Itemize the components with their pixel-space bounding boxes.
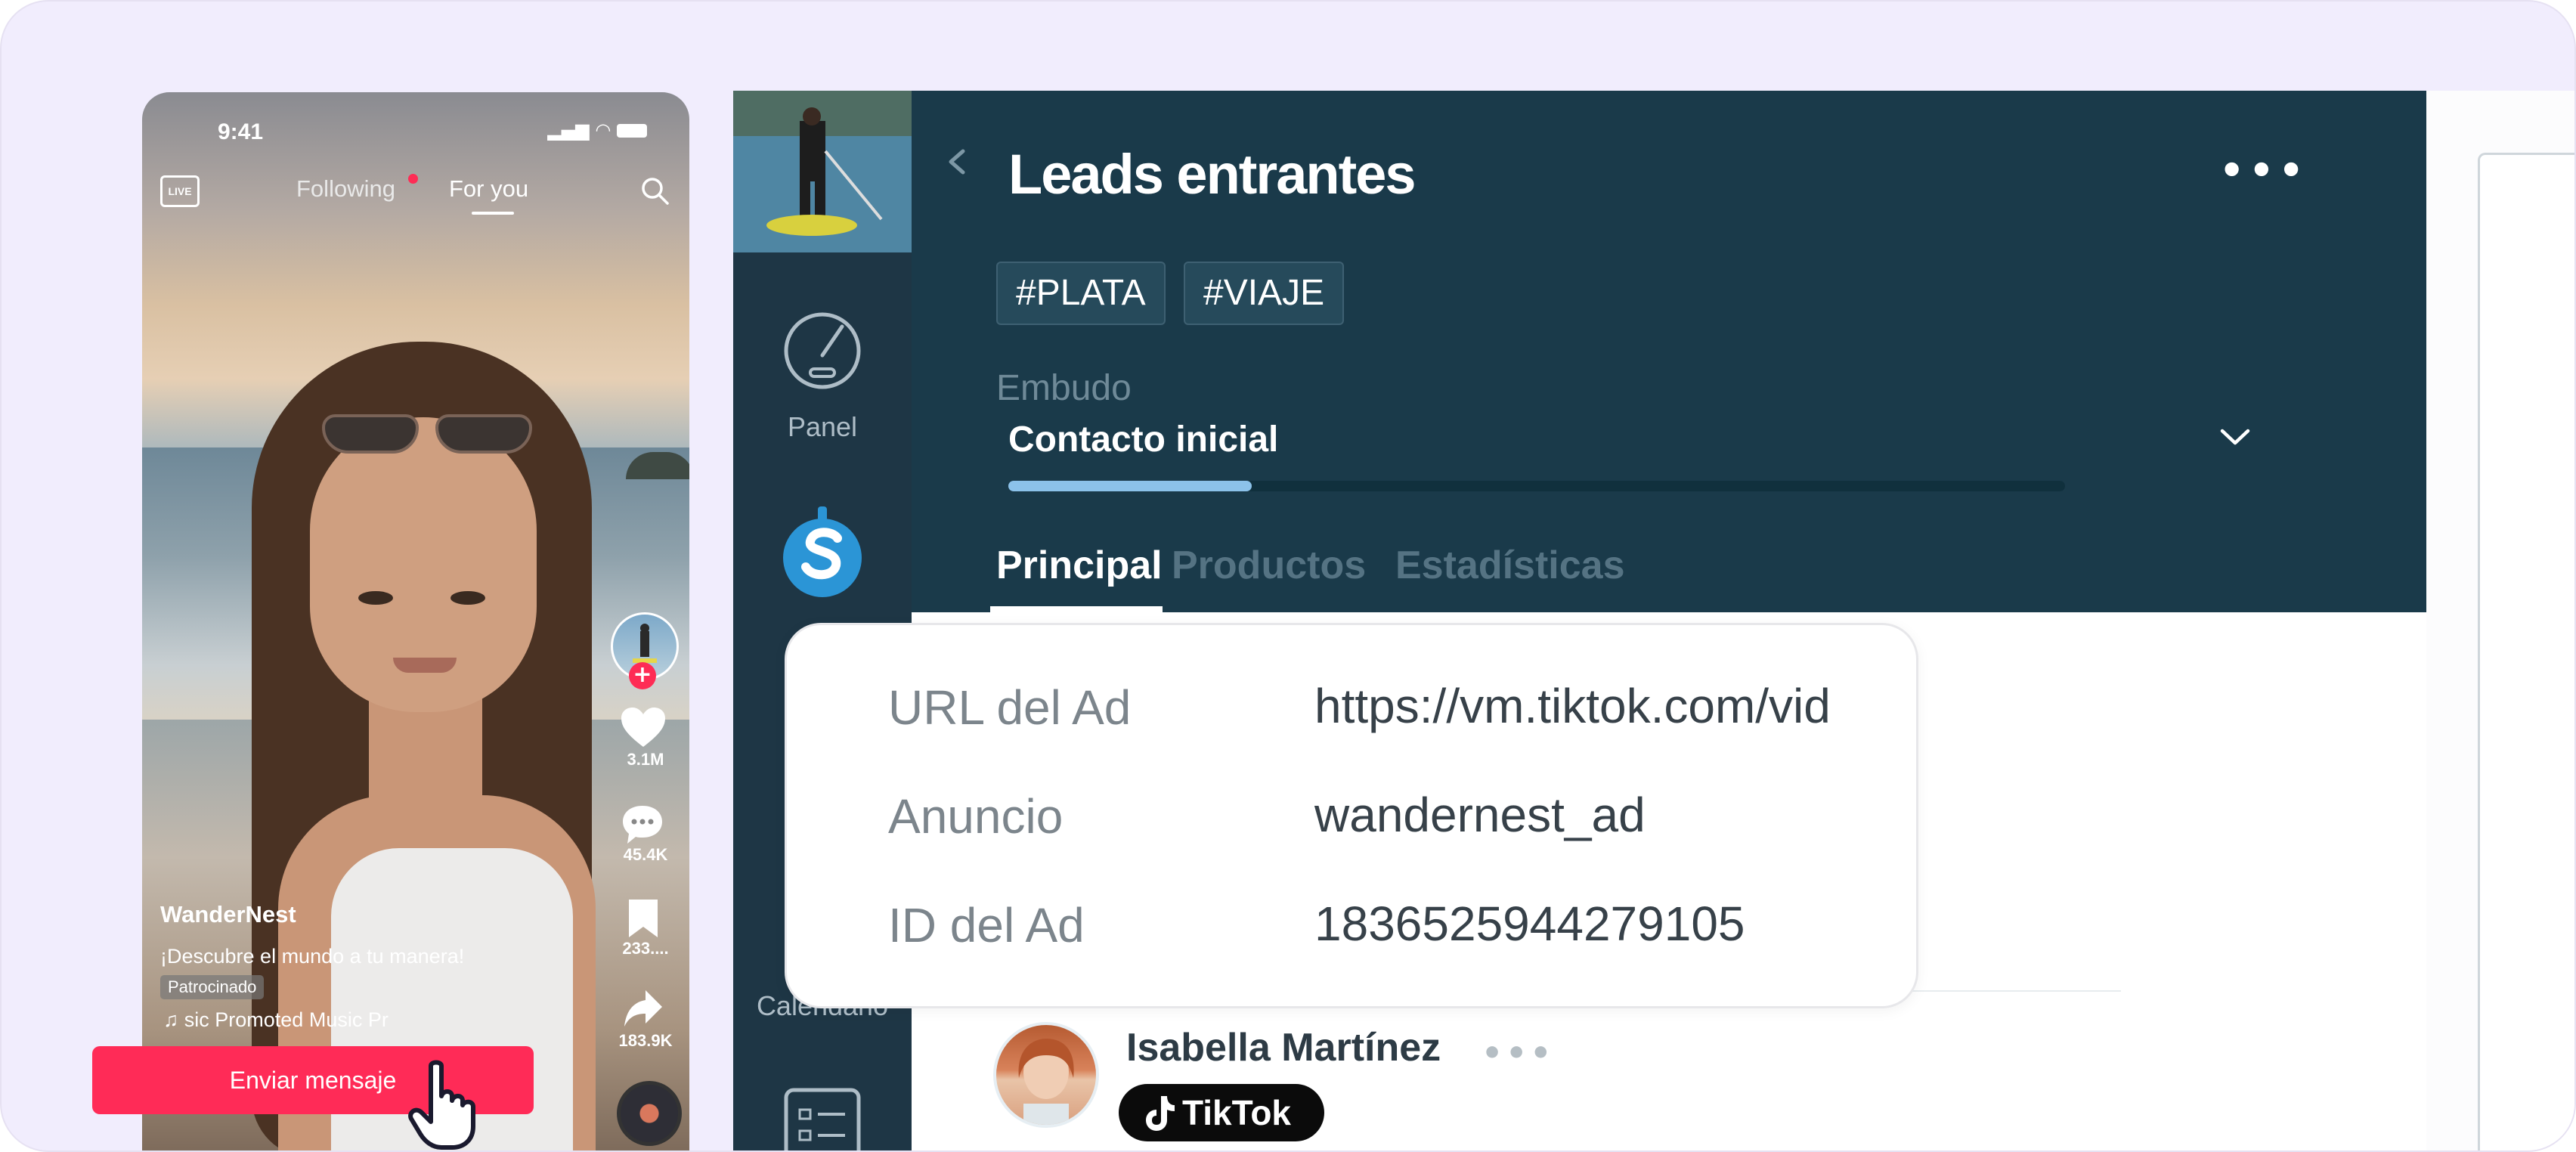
funnel-select[interactable]: Contacto inicial — [1008, 419, 1278, 460]
heart-icon[interactable] — [620, 706, 667, 748]
ad-details-card: URL del Ad https://vm.tiktok.com/vid Anu… — [785, 623, 1918, 1008]
lead-header: Leads entrantes ••• #PLATA #VIAJE Embudo… — [912, 91, 2426, 612]
comment-icon[interactable] — [621, 804, 664, 845]
shares-count: 183.9K — [618, 1031, 673, 1050]
tab-productos[interactable]: Productos — [1172, 543, 1366, 588]
ad-name-value[interactable]: wandernest_ad — [1314, 787, 1646, 843]
source-badge[interactable]: TikTok — [1119, 1084, 1324, 1141]
sunglasses-lens — [322, 414, 419, 454]
search-icon[interactable] — [639, 175, 670, 206]
canvas: 9:41 ▂▄▆ ◠ LIVE Following For you + 3.1M — [0, 0, 2576, 1152]
thumbnail-image — [733, 91, 912, 252]
tab-underline — [472, 212, 514, 215]
speedometer-icon[interactable] — [782, 310, 863, 392]
likes-count: 3.1M — [627, 750, 664, 769]
chevron-down-icon[interactable] — [2216, 422, 2254, 452]
notification-dot — [408, 174, 418, 184]
back-chevron-icon[interactable] — [942, 147, 972, 177]
person-eye — [450, 591, 485, 605]
contact-avatar-image — [1018, 1039, 1074, 1125]
funnel-progress-bar — [1008, 481, 2065, 491]
ad-id-label: ID del Ad — [888, 898, 1085, 952]
sunglasses — [314, 414, 534, 460]
contact-avatar[interactable] — [993, 1022, 1099, 1128]
ad-thumbnail[interactable] — [733, 91, 912, 252]
ad-url-label: URL del Ad — [888, 680, 1132, 735]
bookmark-icon[interactable] — [627, 898, 659, 939]
person-face — [310, 417, 537, 712]
ad-url-value[interactable]: https://vm.tiktok.com/vid — [1314, 678, 1831, 734]
ad-name-label: Anuncio — [888, 789, 1064, 844]
creator-username[interactable]: WanderNest — [160, 901, 296, 928]
share-icon[interactable] — [623, 989, 664, 1028]
music-disc-icon[interactable] — [617, 1081, 682, 1146]
more-options-icon[interactable]: ••• — [2219, 151, 2308, 190]
tab-underline — [990, 606, 1163, 612]
contact-options-icon[interactable]: ••• — [1482, 1034, 1554, 1073]
sunglasses-lens — [435, 414, 532, 454]
tiktok-logo-icon — [1146, 1096, 1175, 1131]
tag-chip[interactable]: #PLATA — [996, 262, 1166, 325]
saves-count: 233.... — [622, 939, 669, 958]
live-icon[interactable]: LIVE — [160, 175, 200, 207]
tab-following[interactable]: Following — [296, 175, 395, 203]
comments-count: 45.4K — [623, 845, 668, 864]
funnel-progress-fill — [1008, 481, 1252, 491]
music-ticker[interactable]: ♫ sic Promoted Music Pr — [163, 1008, 389, 1032]
signal-icon: ▂▄▆ — [547, 119, 590, 141]
tab-estadisticas[interactable]: Estadísticas — [1395, 543, 1625, 588]
ad-id-value[interactable]: 1836525944279105 — [1314, 896, 1745, 952]
status-time: 9:41 — [218, 119, 264, 144]
sidebar-item-panel[interactable]: Panel — [733, 411, 912, 443]
music-note-icon: ♫ — [163, 1008, 184, 1031]
hand-cursor-icon — [408, 1060, 475, 1150]
status-icons: ▂▄▆ ◠ — [547, 119, 647, 141]
person-neck — [369, 697, 482, 848]
person-eye — [358, 591, 393, 605]
sales-icon[interactable] — [780, 503, 865, 600]
contact-name[interactable]: Isabella Martínez — [1126, 1025, 1441, 1070]
tiktok-phone: 9:41 ▂▄▆ ◠ LIVE Following For you + 3.1M — [142, 92, 689, 1150]
page-title: Leads entrantes — [1008, 143, 1416, 206]
person-mouth — [393, 658, 457, 673]
video-caption: ¡Descubre el mundo a tu manera! — [160, 945, 465, 968]
list-icon[interactable] — [783, 1087, 862, 1152]
follow-plus-button[interactable]: + — [629, 662, 656, 689]
battery-icon — [617, 124, 647, 138]
tab-for-you[interactable]: For you — [449, 175, 528, 203]
tag-chip[interactable]: #VIAJE — [1184, 262, 1345, 325]
funnel-label: Embudo — [996, 368, 1132, 408]
tab-principal[interactable]: Principal — [996, 543, 1163, 588]
side-panel-edge — [2478, 153, 2574, 1150]
wifi-icon: ◠ — [595, 119, 611, 141]
sponsored-badge: Patrocinado — [160, 975, 265, 999]
